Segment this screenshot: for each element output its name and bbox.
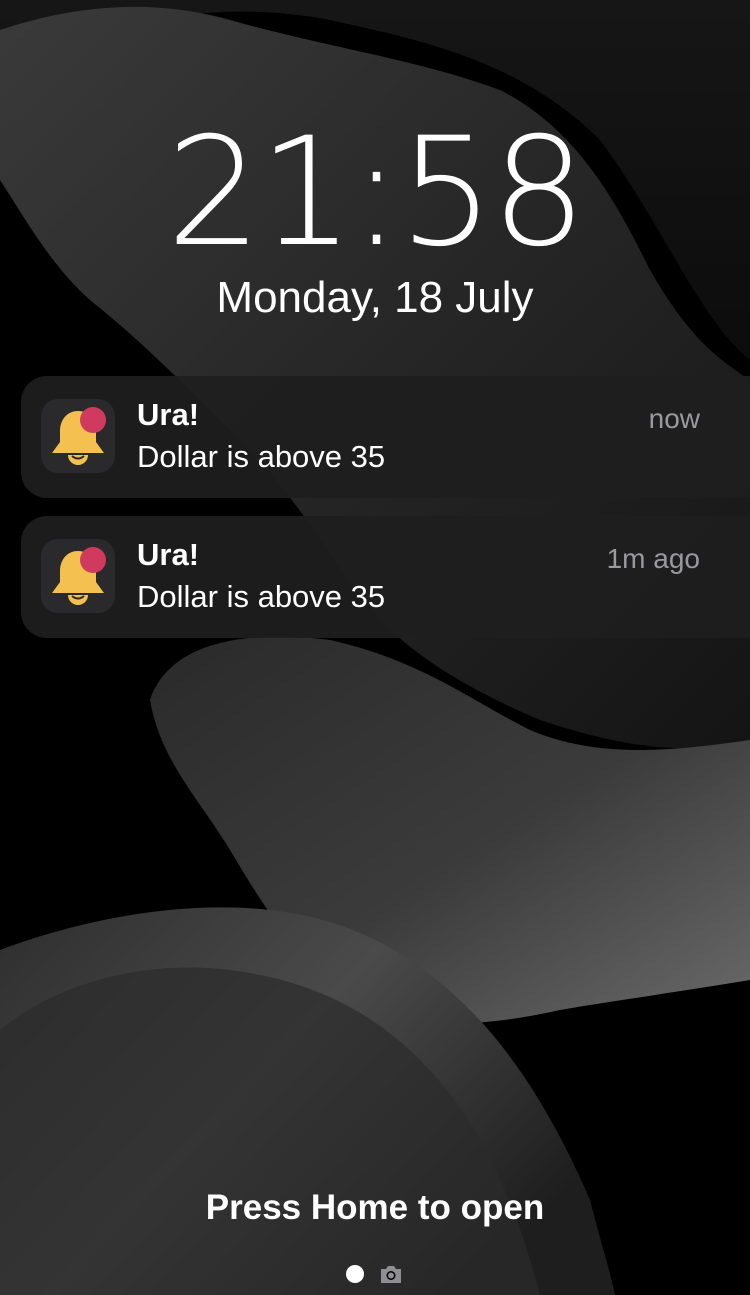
notification-title: Ura! <box>137 397 200 432</box>
bell-icon <box>41 399 115 473</box>
bell-icon <box>41 539 115 613</box>
page-indicator[interactable] <box>346 1263 406 1285</box>
press-home-hint: Press Home to open <box>205 1188 545 1227</box>
camera-icon[interactable] <box>379 1263 403 1285</box>
dot-icon <box>346 1265 364 1283</box>
notification-title: Ura! <box>137 537 200 572</box>
notification-card[interactable]: Ura! Dollar is above 35 now <box>21 376 750 498</box>
notification-time: 1m ago <box>606 543 700 574</box>
notification-time: now <box>648 403 700 434</box>
notification-body: Dollar is above 35 <box>137 579 386 614</box>
notification-body: Dollar is above 35 <box>137 439 386 474</box>
lockscreen-clock: 21:58 <box>166 106 586 280</box>
lockscreen-date: Monday, 18 July <box>216 273 534 322</box>
notification-card[interactable]: Ura! Dollar is above 35 1m ago <box>21 516 750 638</box>
